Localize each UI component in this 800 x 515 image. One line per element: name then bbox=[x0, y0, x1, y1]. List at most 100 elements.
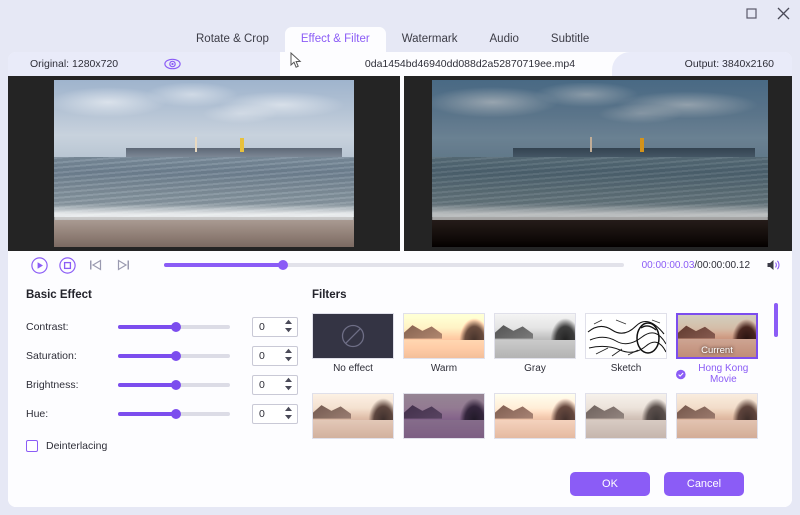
filter-row2-item2[interactable] bbox=[403, 393, 494, 443]
filter-label: Gray bbox=[524, 363, 546, 374]
current-badge: Current bbox=[701, 345, 733, 356]
stepper-down-icon[interactable] bbox=[284, 327, 293, 333]
filter-preview-image bbox=[404, 394, 484, 438]
stepper-down-icon[interactable] bbox=[284, 414, 293, 420]
saturation-slider-fill bbox=[118, 354, 177, 358]
tab-audio[interactable]: Audio bbox=[474, 27, 535, 52]
hue-row: Hue: 0 bbox=[26, 400, 304, 428]
filter-row2-item3[interactable] bbox=[494, 393, 585, 443]
filter-thumbnail[interactable] bbox=[494, 313, 576, 359]
volume-icon[interactable] bbox=[766, 258, 782, 272]
filter-preview-image bbox=[495, 314, 575, 358]
tab-rotate-crop[interactable]: Rotate & Crop bbox=[180, 27, 285, 52]
brightness-slider-handle[interactable] bbox=[171, 380, 182, 390]
stepper-down-icon[interactable] bbox=[284, 356, 293, 362]
tab-subtitle[interactable]: Subtitle bbox=[535, 27, 605, 52]
time-display: 00:00:00.03/00:00:00.12 bbox=[642, 260, 750, 271]
hue-slider-handle[interactable] bbox=[171, 409, 182, 419]
filter-thumbnail[interactable] bbox=[403, 393, 485, 439]
player-controls: 00:00:00.03/00:00:00.12 bbox=[8, 251, 792, 279]
filter-thumbnail[interactable] bbox=[676, 393, 758, 439]
mast-white bbox=[195, 136, 197, 152]
saturation-stepper[interactable]: 0 bbox=[252, 346, 298, 366]
filter-hong-kong-movie[interactable]: Current Hong Kong Movie bbox=[676, 313, 767, 385]
brightness-row: Brightness: 0 bbox=[26, 371, 304, 399]
play-icon[interactable] bbox=[30, 256, 48, 274]
stepper-up-icon[interactable] bbox=[284, 377, 293, 383]
filter-thumbnail[interactable] bbox=[312, 313, 394, 359]
filters-scrollbar-thumb[interactable] bbox=[774, 303, 778, 337]
original-video-frame bbox=[54, 80, 354, 247]
filter-label: Sketch bbox=[610, 363, 642, 374]
filter-gray[interactable]: Gray bbox=[494, 313, 585, 385]
tab-effect-filter[interactable]: Effect & Filter bbox=[284, 27, 386, 52]
ok-button[interactable]: OK bbox=[570, 472, 650, 496]
filter-thumbnail[interactable]: Current bbox=[676, 313, 758, 359]
filter-row2-item4[interactable] bbox=[585, 393, 676, 443]
stop-icon[interactable] bbox=[58, 256, 76, 274]
saturation-label: Saturation: bbox=[26, 350, 77, 362]
contrast-label: Contrast: bbox=[26, 321, 69, 333]
mast-yellow bbox=[240, 138, 244, 152]
filter-label: Warm bbox=[430, 363, 458, 374]
original-resolution-label: Original: 1280x720 bbox=[30, 58, 119, 70]
contrast-stepper-arrows bbox=[284, 319, 293, 333]
filter-thumbnail[interactable] bbox=[403, 313, 485, 359]
filter-label-selected: Hong Kong Movie bbox=[676, 363, 758, 385]
basic-effect-title: Basic Effect bbox=[26, 289, 92, 301]
maximize-icon[interactable] bbox=[742, 4, 760, 22]
filter-warm[interactable]: Warm bbox=[403, 313, 494, 385]
filter-thumbnail[interactable] bbox=[585, 393, 667, 439]
filter-preview-image bbox=[404, 314, 484, 358]
stepper-up-icon[interactable] bbox=[284, 348, 293, 354]
tab-bar: Rotate & Crop Effect & Filter Watermark … bbox=[0, 26, 800, 52]
filter-sketch[interactable]: Sketch bbox=[585, 313, 676, 385]
preview-area bbox=[8, 76, 792, 251]
filter-row2-item5[interactable] bbox=[676, 393, 767, 443]
deinterlacing-label: Deinterlacing bbox=[46, 440, 108, 452]
playback-progress-fill bbox=[164, 263, 284, 267]
dialog-card: Original: 1280x720 0da1454bd46940dd088d2… bbox=[8, 52, 792, 507]
playback-progress-handle[interactable] bbox=[278, 260, 289, 270]
next-frame-icon[interactable] bbox=[114, 256, 132, 274]
check-circle-icon bbox=[676, 369, 686, 379]
saturation-stepper-arrows bbox=[284, 348, 293, 362]
saturation-slider[interactable] bbox=[118, 351, 230, 361]
brightness-label: Brightness: bbox=[26, 379, 79, 391]
playback-progress-slider[interactable] bbox=[164, 260, 624, 270]
saturation-value: 0 bbox=[259, 350, 265, 362]
brightness-stepper[interactable]: 0 bbox=[252, 375, 298, 395]
filter-preview-image bbox=[495, 394, 575, 438]
deinterlacing-checkbox[interactable] bbox=[26, 440, 38, 452]
filtered-video-frame bbox=[432, 80, 768, 247]
filter-label: No effect bbox=[333, 363, 373, 374]
brightness-slider-fill bbox=[118, 383, 177, 387]
close-icon[interactable] bbox=[774, 4, 792, 22]
contrast-slider-handle[interactable] bbox=[171, 322, 182, 332]
contrast-stepper[interactable]: 0 bbox=[252, 317, 298, 337]
cancel-button[interactable]: Cancel bbox=[664, 472, 744, 496]
hue-stepper[interactable]: 0 bbox=[252, 404, 298, 424]
filters-title: Filters bbox=[312, 289, 347, 301]
brightness-slider[interactable] bbox=[118, 380, 230, 390]
filters-scrollbar[interactable] bbox=[774, 303, 778, 428]
stepper-up-icon[interactable] bbox=[284, 319, 293, 325]
sand bbox=[54, 220, 354, 247]
filter-thumbnail[interactable] bbox=[312, 393, 394, 439]
hue-label: Hue: bbox=[26, 408, 49, 420]
stepper-up-icon[interactable] bbox=[284, 406, 293, 412]
previous-frame-icon[interactable] bbox=[86, 256, 104, 274]
effect-filter-dialog: Rotate & Crop Effect & Filter Watermark … bbox=[0, 0, 800, 515]
eye-icon[interactable] bbox=[164, 58, 181, 70]
hue-slider[interactable] bbox=[118, 409, 230, 419]
filter-thumbnail[interactable] bbox=[585, 313, 667, 359]
filters-grid: No effect Warm Gray Sketch Current Hong … bbox=[312, 313, 772, 451]
saturation-slider-handle[interactable] bbox=[171, 351, 182, 361]
filter-no-effect[interactable]: No effect bbox=[312, 313, 403, 385]
filter-row2-item1[interactable] bbox=[312, 393, 403, 443]
filter-thumbnail[interactable] bbox=[494, 393, 576, 439]
contrast-slider[interactable] bbox=[118, 322, 230, 332]
title-bar bbox=[0, 0, 800, 26]
tab-watermark[interactable]: Watermark bbox=[386, 27, 474, 52]
stepper-down-icon[interactable] bbox=[284, 385, 293, 391]
